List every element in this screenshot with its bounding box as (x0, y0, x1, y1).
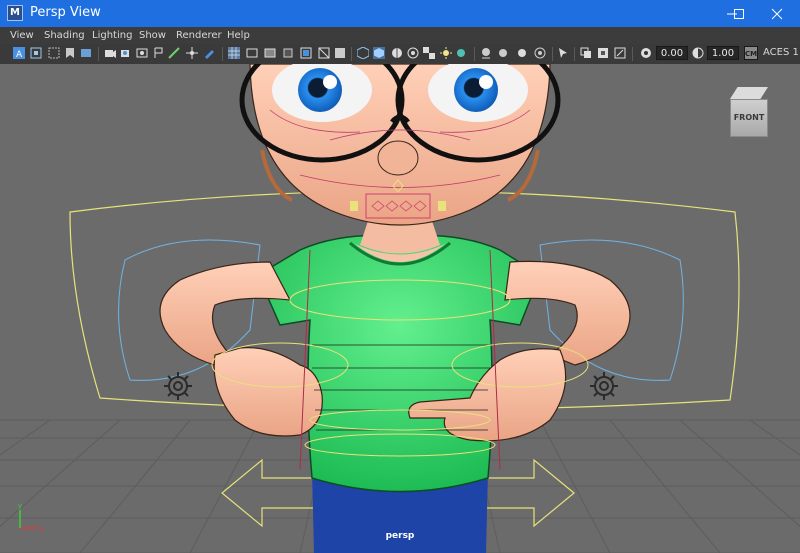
view-cube-front-face[interactable]: FRONT (730, 99, 768, 137)
grid-toggle-icon[interactable] (228, 47, 240, 59)
select-camera-icon[interactable]: A (13, 47, 25, 59)
frame-all-icon[interactable] (30, 47, 42, 59)
resolution-gate-icon[interactable] (246, 47, 258, 59)
camera-icon[interactable] (104, 47, 116, 59)
gate-mask-icon[interactable] (264, 47, 276, 59)
move-tool-icon[interactable] (186, 47, 198, 59)
menu-lighting[interactable]: Lighting (92, 30, 132, 41)
isolate-select-icon[interactable] (557, 47, 569, 59)
persp-viewport[interactable]: x y FRONT (0, 64, 800, 553)
checker-icon[interactable] (423, 47, 435, 59)
use-all-lights-icon[interactable] (440, 47, 452, 59)
menu-shading[interactable]: Shading (44, 30, 85, 41)
window-title: Persp View (30, 5, 101, 20)
xray-icon[interactable] (580, 47, 592, 59)
scene-canvas[interactable]: x y (0, 64, 800, 553)
lights-icon[interactable] (407, 47, 419, 59)
gamma-icon[interactable] (692, 47, 704, 59)
pencil-icon[interactable] (203, 47, 215, 59)
right-gear-control (590, 372, 618, 400)
camera-name-label: persp (385, 531, 415, 541)
title-bar: M Persp View (0, 0, 800, 27)
film-gate-icon[interactable] (136, 47, 148, 59)
xray-joints-icon[interactable] (597, 47, 609, 59)
field-chart-2-icon[interactable] (282, 47, 294, 59)
view-cube-top[interactable] (730, 87, 768, 99)
viewport-menu-bar: View Shading Lighting Show Renderer Help (0, 27, 800, 44)
viewport-toolbar: A 0.00 1.00 CM ACES 1 (0, 44, 800, 65)
shadows-icon[interactable] (456, 47, 468, 59)
wireframe-on-shaded-icon[interactable] (357, 47, 369, 59)
view-transform-select[interactable]: ACES 1 (763, 47, 799, 58)
close-icon (771, 8, 783, 20)
character-left-arm (159, 261, 292, 366)
camera-attributes-icon[interactable] (120, 47, 132, 59)
menu-show[interactable]: Show (139, 30, 166, 41)
screen-space-ao-icon[interactable] (480, 47, 492, 59)
close-button[interactable] (754, 0, 800, 27)
anti-aliasing-icon[interactable] (516, 47, 528, 59)
svg-text:x: x (40, 525, 44, 533)
safe-title-icon[interactable] (152, 47, 164, 59)
gamma-field[interactable]: 1.00 (707, 46, 739, 60)
svg-text:y: y (18, 502, 22, 510)
motion-blur-icon[interactable] (498, 47, 510, 59)
view-cube[interactable]: FRONT (726, 85, 772, 141)
exposure-icon[interactable] (640, 47, 652, 59)
depth-of-field-icon[interactable] (534, 47, 546, 59)
image-plane-icon[interactable] (80, 47, 92, 59)
menu-help[interactable]: Help (227, 30, 250, 41)
maya-app-icon: M (7, 5, 23, 21)
xray-active-icon[interactable] (614, 47, 626, 59)
menu-renderer[interactable]: Renderer (176, 30, 222, 41)
color-management-toggle[interactable]: CM (744, 46, 758, 60)
svg-text:A: A (16, 50, 23, 59)
character-left-hand (213, 347, 323, 437)
exposure-field[interactable]: 0.00 (656, 46, 688, 60)
wireframe-icon[interactable] (318, 47, 330, 59)
bookmark-icon[interactable] (64, 47, 76, 59)
shaded-cube-icon[interactable] (373, 47, 385, 59)
grid-snap-icon[interactable] (48, 47, 60, 59)
safe-action-icon[interactable] (300, 47, 312, 59)
field-chart-icon[interactable] (168, 47, 180, 59)
textured-icon[interactable] (391, 47, 403, 59)
left-gear-control (164, 372, 192, 400)
maya-persp-window: M Persp View View Shading Lighting Show … (0, 0, 800, 553)
character-nose (377, 140, 419, 176)
smooth-shade-icon[interactable] (334, 47, 346, 59)
maximize-icon (734, 9, 744, 19)
menu-view[interactable]: View (10, 30, 34, 41)
